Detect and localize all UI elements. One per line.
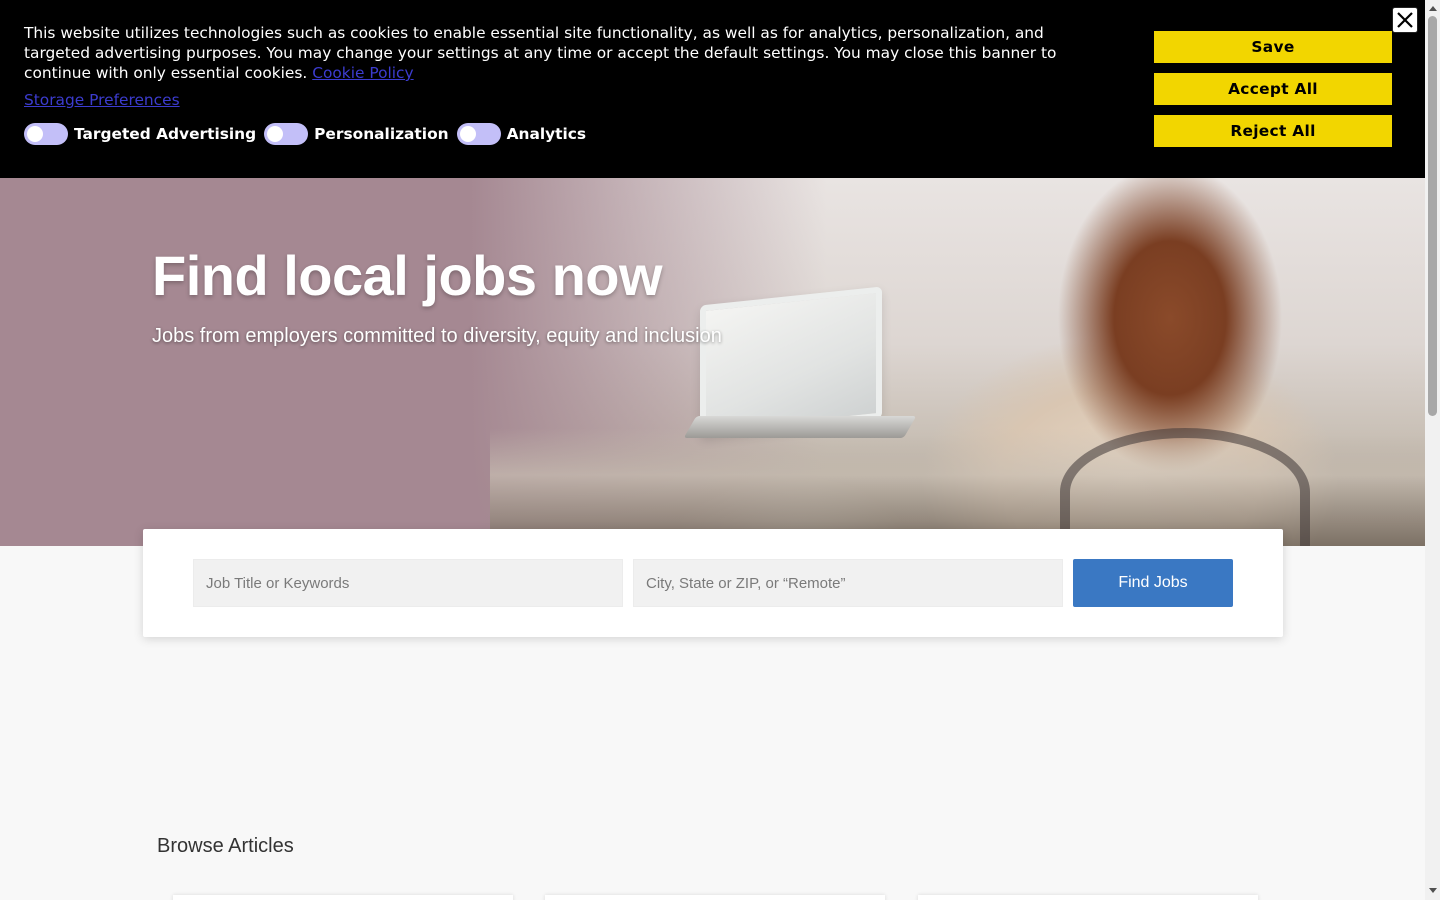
toggle-label: Targeted Advertising [74, 125, 257, 143]
hero-title: Find local jobs now [152, 244, 663, 307]
accept-all-button[interactable]: Accept All [1154, 73, 1392, 105]
save-button[interactable]: Save [1154, 31, 1392, 63]
job-search-card: Find Jobs [143, 529, 1283, 637]
reject-all-button[interactable]: Reject All [1154, 115, 1392, 147]
scroll-down-arrow-icon[interactable] [1429, 888, 1437, 893]
scroll-up-arrow-icon[interactable] [1429, 6, 1437, 11]
personalization-toggle[interactable] [264, 123, 309, 145]
cookie-banner: This website utilizes technologies such … [0, 0, 1425, 178]
hero-banner: Find local jobs now Jobs from employers … [0, 178, 1425, 546]
article-card[interactable] [918, 895, 1258, 900]
article-card[interactable] [173, 895, 513, 900]
scrollbar-thumb[interactable] [1428, 16, 1437, 416]
cookie-banner-text: This website utilizes technologies such … [24, 23, 1114, 83]
toggle-knob [27, 126, 43, 142]
toggle-analytics: Analytics [456, 123, 587, 145]
close-icon [1397, 12, 1413, 28]
close-banner-button[interactable] [1392, 7, 1418, 33]
hero-content: Find local jobs now Jobs from employers … [152, 248, 722, 348]
vertical-scrollbar[interactable] [1425, 0, 1440, 900]
toggle-personalization: Personalization [264, 123, 449, 145]
page: Find local jobs now Jobs from employers … [0, 0, 1425, 900]
storage-preferences-link[interactable]: Storage Preferences [24, 91, 180, 109]
toggle-knob [267, 126, 284, 142]
toggle-label: Personalization [314, 125, 449, 143]
toggle-knob [459, 126, 476, 142]
article-card[interactable] [545, 895, 885, 900]
cookie-policy-link[interactable]: Cookie Policy [312, 64, 413, 82]
toggle-targeted-advertising: Targeted Advertising [24, 123, 256, 145]
analytics-toggle[interactable] [456, 123, 501, 145]
job-keywords-input[interactable] [193, 559, 623, 607]
job-location-input[interactable] [633, 559, 1063, 607]
cookie-message: This website utilizes technologies such … [24, 24, 1057, 82]
cookie-toggles: Targeted Advertising Personalization Ana… [24, 123, 594, 145]
hero-subtitle: Jobs from employers committed to diversi… [152, 325, 722, 347]
find-jobs-button[interactable]: Find Jobs [1073, 559, 1233, 607]
hero-image-laptop-base [683, 416, 917, 438]
targeted-advertising-toggle[interactable] [24, 123, 68, 145]
browse-articles-heading: Browse Articles [157, 835, 294, 857]
toggle-label: Analytics [506, 125, 587, 143]
hero-image-laptop [700, 286, 882, 438]
